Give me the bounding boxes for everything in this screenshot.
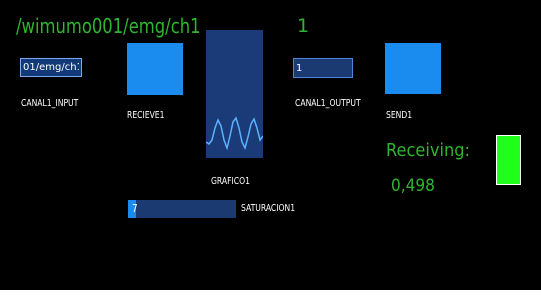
- graph-label: GRAFICO1: [211, 176, 251, 187]
- send-button[interactable]: [385, 43, 441, 94]
- recieve-button[interactable]: [127, 43, 183, 95]
- receiving-value: 0,498: [391, 176, 435, 196]
- sine-wave-icon: [206, 116, 263, 151]
- send-label: SEND1: [386, 110, 413, 121]
- canal1-output-field[interactable]: [293, 58, 353, 78]
- signal-graph: [206, 30, 263, 158]
- receiving-status-indicator: [496, 135, 521, 185]
- saturation-number-box[interactable]: 7: [128, 200, 236, 218]
- canal1-output-label: CANAL1_OUTPUT: [295, 98, 361, 109]
- output-number-display: 1: [297, 15, 310, 37]
- canal1-input-field[interactable]: [20, 58, 82, 77]
- canal1-input-label: CANAL1_INPUT: [21, 98, 79, 109]
- recieve-label: RECIEVE1: [127, 110, 165, 121]
- saturation-label: SATURACION1: [241, 203, 296, 214]
- patch-canvas: /wimumo001/emg/ch1 1 CANAL1_INPUT RECIEV…: [0, 0, 541, 290]
- receiving-label: Receiving:: [386, 140, 470, 161]
- address-path-label: /wimumo001/emg/ch1: [16, 14, 201, 38]
- saturation-value: 7: [132, 202, 138, 215]
